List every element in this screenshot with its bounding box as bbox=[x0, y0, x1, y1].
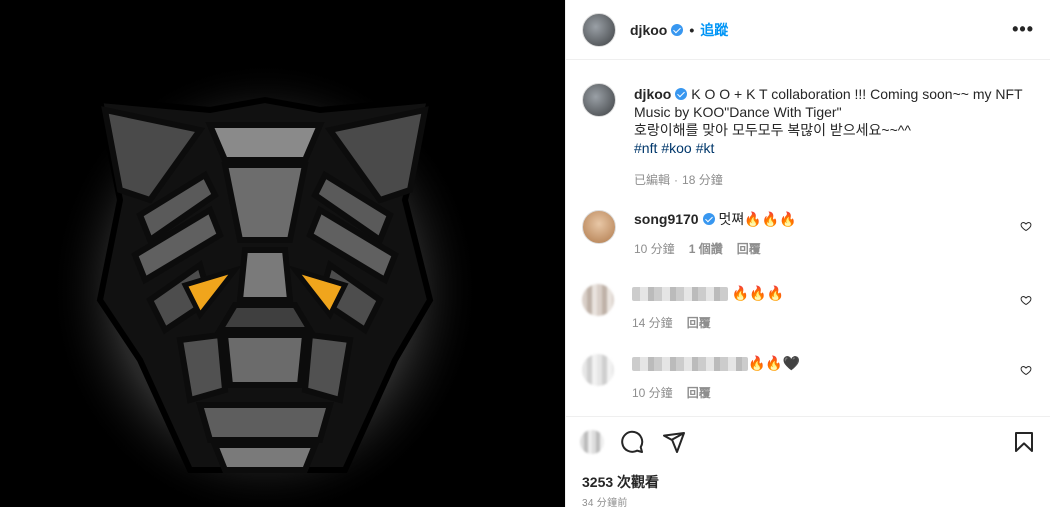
share-icon[interactable] bbox=[662, 430, 686, 454]
caption-hashtags: #nft #koo #kt bbox=[634, 139, 1034, 157]
follow-button[interactable]: 追蹤 bbox=[700, 20, 728, 40]
caption-text-line2: Music by KOO"Dance With Tiger" bbox=[634, 104, 842, 120]
comment-time: 14 分鐘 bbox=[632, 316, 673, 330]
bookmark-icon[interactable] bbox=[1012, 430, 1036, 454]
commenter-avatar[interactable] bbox=[582, 210, 616, 244]
view-count[interactable]: 3253 次觀看 bbox=[582, 472, 659, 492]
caption-time: 18 分鐘 bbox=[682, 173, 723, 187]
comment-item: song9170 멋쪄🔥🔥🔥 10 分鐘 1 個讚 回覆 bbox=[566, 210, 1050, 258]
comments-list[interactable]: djkoo K O O + K T collaboration !!! Comi… bbox=[566, 61, 1050, 415]
heart-icon[interactable] bbox=[1020, 364, 1032, 376]
verified-icon bbox=[671, 23, 684, 36]
comment-time: 10 分鐘 bbox=[634, 242, 675, 256]
reply-button[interactable]: 回覆 bbox=[737, 242, 761, 256]
caption: djkoo K O O + K T collaboration !!! Comi… bbox=[566, 83, 1050, 189]
commenter-avatar[interactable] bbox=[582, 354, 614, 386]
comment-time: 10 分鐘 bbox=[632, 386, 673, 400]
post-image[interactable] bbox=[0, 0, 565, 507]
comment-text: 멋쪄🔥🔥🔥 bbox=[718, 211, 797, 227]
separator-dot: • bbox=[689, 21, 695, 38]
comment-item: 🔥🔥🔥 14 分鐘 回覆 bbox=[566, 284, 1050, 332]
post-sidebar: djkoo • 追蹤 ••• djkoo K O O + K T collabo… bbox=[565, 0, 1050, 509]
caption-text-line3: 호랑이해를 맞아 모두모두 복많이 받으세요~~^^ bbox=[634, 122, 911, 138]
commenter-username-blurred[interactable] bbox=[632, 287, 728, 302]
hashtag-link[interactable]: #nft bbox=[634, 140, 657, 156]
comment-item: 🔥🔥🖤 10 分鐘 回覆 bbox=[566, 354, 1050, 402]
hashtag-link[interactable]: #kt bbox=[696, 140, 715, 156]
verified-icon bbox=[702, 213, 715, 225]
commenter-username[interactable]: song9170 bbox=[634, 211, 699, 227]
hashtag-link[interactable]: #koo bbox=[661, 140, 691, 156]
author-avatar[interactable] bbox=[582, 83, 616, 117]
tiger-head-artwork bbox=[50, 60, 480, 507]
edited-label: 已編輯 bbox=[634, 173, 671, 187]
author-avatar[interactable] bbox=[582, 12, 616, 47]
post-header: djkoo • 追蹤 ••• bbox=[566, 0, 1050, 60]
action-bar bbox=[566, 416, 1050, 466]
reply-button[interactable]: 回覆 bbox=[687, 316, 711, 330]
comment-meta: 10 分鐘 1 個讚 回覆 bbox=[634, 240, 1034, 258]
comment-meta: 14 分鐘 回覆 bbox=[632, 314, 1034, 332]
heart-icon[interactable] bbox=[1020, 220, 1032, 232]
like-icon-obscured[interactable] bbox=[580, 429, 604, 454]
commenter-username-blurred[interactable] bbox=[632, 357, 748, 372]
comment-text: 🔥🔥🖤 bbox=[748, 355, 801, 371]
verified-icon bbox=[675, 88, 688, 100]
meta-separator: · bbox=[674, 173, 679, 187]
caption-text-line1: K O O + K T collaboration !!! Coming soo… bbox=[691, 86, 1023, 102]
comment-text: 🔥🔥🔥 bbox=[731, 285, 785, 301]
heart-icon[interactable] bbox=[1020, 294, 1032, 306]
author-username[interactable]: djkoo bbox=[630, 22, 667, 38]
commenter-avatar[interactable] bbox=[582, 284, 614, 316]
reply-button[interactable]: 回覆 bbox=[687, 386, 711, 400]
comment-likes[interactable]: 1 個讚 bbox=[689, 242, 723, 256]
more-icon[interactable]: ••• bbox=[1012, 19, 1034, 40]
caption-meta: 已編輯 · 18 分鐘 bbox=[634, 171, 1034, 189]
post-container: djkoo • 追蹤 ••• djkoo K O O + K T collabo… bbox=[0, 0, 1050, 509]
comment-icon[interactable] bbox=[620, 430, 644, 454]
comment-meta: 10 分鐘 回覆 bbox=[632, 384, 1034, 402]
caption-username[interactable]: djkoo bbox=[634, 86, 671, 102]
